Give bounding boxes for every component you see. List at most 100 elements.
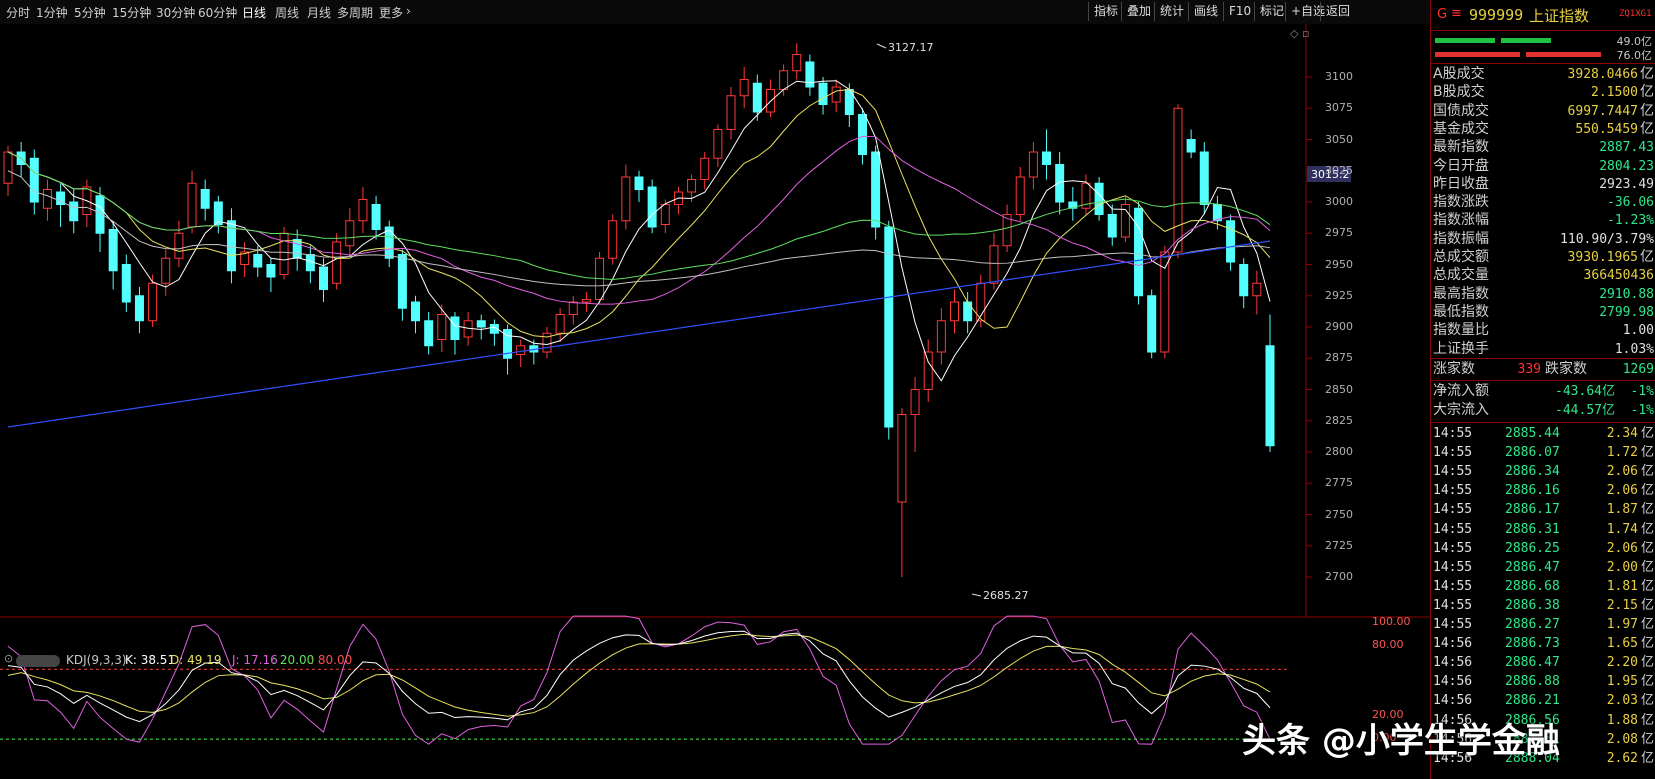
tick-price: 2886.34 — [1505, 464, 1560, 480]
settings-icon[interactable]: ⊙ — [4, 652, 13, 665]
tick-volume: 1.74 — [1606, 521, 1638, 537]
flow-row: 净流入额 -43.64亿 -1% — [1433, 382, 1654, 401]
tick-row: 14:55 2885.44 2.34 亿 — [1433, 424, 1654, 443]
y-tick-3100: 3100 — [1325, 70, 1353, 83]
flow-pct: -1% — [1630, 403, 1654, 418]
tick-unit: 亿 — [1640, 655, 1654, 671]
candle-body — [200, 189, 210, 209]
candle-body — [1042, 151, 1052, 165]
y-tick-2750: 2750 — [1325, 507, 1353, 521]
tick-unit: 亿 — [1640, 483, 1654, 499]
toolbar-button-4[interactable]: F10 — [1223, 2, 1256, 21]
candle-body — [1147, 295, 1157, 353]
stat-label: 今日开盘 — [1433, 157, 1489, 174]
chevron-right-icon[interactable]: › — [406, 4, 411, 18]
candle-body — [936, 320, 946, 353]
candle — [1094, 177, 1104, 221]
candle-body — [989, 245, 999, 284]
toolbar-button-2[interactable]: 统计 — [1154, 2, 1189, 21]
flow-row: 大宗流入 -44.57亿 -1% — [1433, 401, 1654, 420]
quote-panel: G ≡ 999999 上证指数 ZQ1XG1 49.0亿 76.0亿 A股成交 3… — [1430, 0, 1655, 779]
candle-body — [424, 320, 434, 347]
tick-price: 2886.31 — [1505, 521, 1560, 537]
turnover-bars: 49.0亿 76.0亿 — [1431, 32, 1655, 62]
tick-volume: 1.88 — [1606, 712, 1638, 728]
tick-volume: 2.34 — [1606, 426, 1638, 441]
toolbar-button-0[interactable]: 指标 — [1088, 2, 1123, 21]
y-tick-2825: 2825 — [1325, 413, 1353, 427]
candle — [1173, 104, 1183, 259]
toolbar-button-3[interactable]: 画线 — [1188, 2, 1223, 21]
period-tab-0[interactable]: 分时 — [6, 4, 30, 21]
tick-unit: 亿 — [1640, 521, 1654, 537]
stat-value: 2799.98 — [1599, 304, 1654, 320]
candle-body — [700, 157, 710, 180]
tick-volume: 1.97 — [1606, 617, 1638, 632]
period-tab-2[interactable]: 5分钟 — [74, 4, 106, 21]
toolbar-button-1[interactable]: 叠加 — [1121, 2, 1156, 21]
period-tab-4[interactable]: 30分钟 — [156, 4, 195, 21]
candle-body — [739, 79, 749, 97]
tick-time: 14:56 — [1433, 655, 1473, 671]
tick-price: 2886.73 — [1505, 636, 1560, 652]
tick-price: 2886.47 — [1505, 559, 1560, 575]
toolbar-button-7[interactable]: 返回 — [1320, 2, 1355, 21]
candle-body — [923, 351, 933, 390]
tick-row: 14:55 2886.17 1.87 亿 — [1433, 500, 1654, 519]
tick-row: 14:55 2886.27 1.97 亿 — [1433, 615, 1654, 634]
candle-body — [253, 254, 263, 268]
tick-unit: 亿 — [1640, 426, 1654, 441]
period-tab-7[interactable]: 周线 — [275, 4, 299, 21]
tick-volume: 2.62 — [1606, 750, 1638, 766]
candle-body — [397, 254, 407, 309]
tick-row: 14:56 2886.21 2.03 亿 — [1433, 691, 1654, 710]
stat-row: A股成交 3928.0466 亿 — [1433, 65, 1654, 84]
flow-pct: -1% — [1630, 384, 1654, 399]
stat-label: 指数涨幅 — [1433, 212, 1489, 229]
panel-badge: ZQ1XG1 — [1619, 9, 1652, 19]
stat-value: 2804.23 — [1599, 158, 1654, 174]
candle-body — [1134, 207, 1144, 297]
stat-label: 指数量比 — [1433, 322, 1489, 339]
y-tick-2775: 2775 — [1325, 476, 1353, 490]
rise-value: 339 — [1517, 362, 1541, 377]
candle-body — [1028, 151, 1038, 178]
window-icon[interactable]: ▫ — [1302, 27, 1309, 40]
candle-body — [608, 220, 618, 259]
tick-volume: 1.81 — [1606, 578, 1638, 594]
toolbar-button-5[interactable]: 标记 — [1254, 2, 1289, 21]
tick-unit: 亿 — [1640, 540, 1654, 556]
bar-green — [1435, 38, 1495, 43]
period-tab-10[interactable]: 更多 — [379, 4, 403, 21]
period-tab-1[interactable]: 1分钟 — [36, 4, 68, 21]
stat-value: 2887.43 — [1599, 140, 1654, 156]
tick-price: 2886.68 — [1505, 578, 1560, 594]
candle-body — [831, 86, 841, 103]
stat-row: 最高指数 2910.88 — [1433, 285, 1654, 304]
stat-label: A股成交 — [1433, 66, 1485, 82]
period-tab-9[interactable]: 多周期 — [337, 4, 373, 21]
tick-volume: 2.06 — [1606, 540, 1638, 556]
candle — [1147, 289, 1157, 359]
tick-time: 14:55 — [1433, 617, 1473, 632]
panel-letter: G — [1437, 7, 1448, 22]
period-tab-5[interactable]: 60分钟 — [198, 4, 237, 21]
candle-body — [516, 345, 526, 355]
period-tab-3[interactable]: 15分钟 — [112, 4, 151, 21]
period-tab-6[interactable]: 日线 — [242, 4, 266, 21]
tick-time: 14:55 — [1433, 426, 1473, 441]
kdj-legend-3: J: 17.16 — [232, 653, 278, 667]
candle-body — [792, 54, 802, 72]
candle-body — [713, 129, 723, 159]
menu-icon[interactable]: ≡ — [1451, 6, 1462, 21]
candle-body — [292, 239, 302, 259]
y-tick-2925: 2925 — [1325, 288, 1353, 302]
stat-value: 550.5459 — [1575, 121, 1638, 137]
candle-body — [345, 220, 355, 247]
period-tab-8[interactable]: 月线 — [307, 4, 331, 21]
diamond-icon[interactable]: ◇ — [1290, 27, 1299, 40]
y-tick-3025: 3025 — [1325, 163, 1353, 177]
kdj-blurred-label — [16, 655, 60, 667]
y-tick-2900: 2900 — [1325, 320, 1353, 333]
bar-red-2 — [1526, 52, 1601, 57]
